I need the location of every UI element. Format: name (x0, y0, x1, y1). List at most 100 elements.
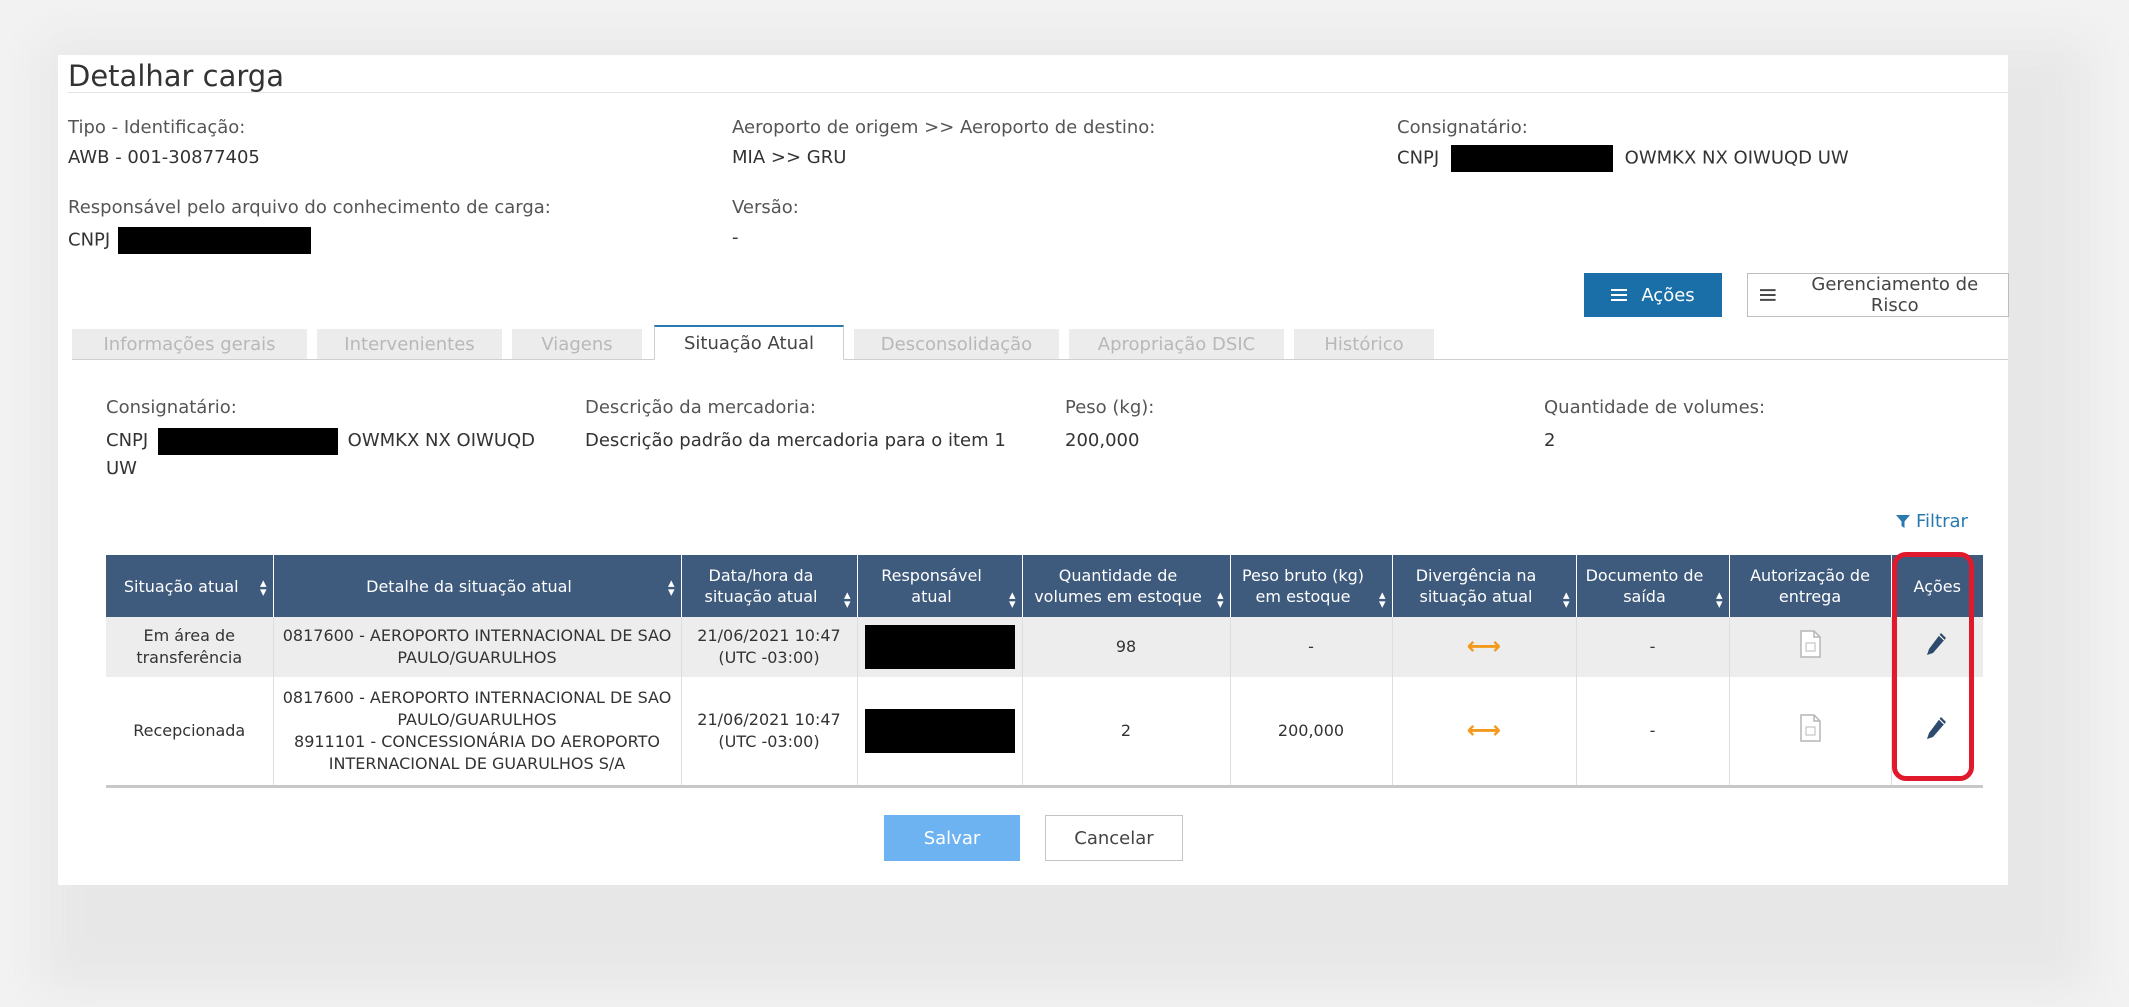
header-label: situação atual (704, 587, 818, 606)
sort-icon: ▴ ▾ (667, 576, 675, 600)
document-icon[interactable] (1797, 714, 1823, 742)
salvar-button[interactable]: Salvar (884, 815, 1020, 861)
header-label: saída (1623, 587, 1666, 606)
col-data-hora[interactable]: Data/hora da situação atual ▴ ▾ (681, 555, 858, 617)
responsavel-label: Responsável pelo arquivo do conhecimento… (68, 197, 551, 218)
tab-label: Viagens (541, 333, 613, 355)
redacted-block (864, 625, 1015, 669)
sort-icon: ▴ ▾ (1562, 588, 1570, 612)
summary-consignatario-label: Consignatário: (106, 397, 237, 418)
cell-situacao: Em área de transferência (106, 617, 274, 677)
situacao-table: Situação atual ▴ ▾ Detalhe da situação atu… (106, 555, 1983, 788)
cell-data-hora: 21/06/2021 10:47 (UTC -03:00) (681, 617, 858, 677)
cell-text: 0817600 - AEROPORTO INTERNACIONAL DE SAO (282, 626, 672, 645)
header-label: Peso bruto (kg) (1241, 566, 1365, 585)
tipo-value: AWB - 001-30877405 (68, 147, 260, 168)
acoes-button[interactable]: Ações (1584, 273, 1722, 317)
col-divergencia[interactable]: Divergência na situação atual ▴ ▾ (1392, 555, 1577, 617)
tab-historico[interactable]: Histórico (1294, 329, 1434, 359)
divergence-arrow-icon[interactable]: ⟷ (1467, 716, 1501, 744)
tab-label: Apropriação DSIC (1097, 333, 1256, 355)
tab-desconsolidacao[interactable]: Desconsolidação (854, 329, 1059, 359)
sort-icon: ▴ ▾ (1715, 588, 1723, 612)
header-label: Autorização de (1750, 566, 1870, 585)
header-label: volumes em estoque (1034, 587, 1202, 606)
header-label: entrega (1778, 587, 1842, 606)
cell-text: INTERNACIONAL DE GUARULHOS S/A (328, 754, 626, 773)
col-detalhe-situacao[interactable]: Detalhe da situação atual ▴ ▾ (273, 555, 682, 617)
header-label: Documento de (1585, 566, 1704, 585)
col-quantidade-volumes[interactable]: Quantidade de volumes em estoque ▴ ▾ (1022, 555, 1231, 617)
cell-text: Em área de (143, 626, 236, 645)
tab-apropriacao-dsic[interactable]: Apropriação DSIC (1069, 329, 1284, 359)
header-label: Quantidade de (1058, 566, 1178, 585)
tab-informacoes-gerais[interactable]: Informações gerais (72, 329, 307, 359)
redacted-block (157, 427, 338, 455)
header-label: Situação atual (123, 576, 239, 596)
header-label: Detalhe da situação atual (366, 576, 572, 596)
col-responsavel[interactable]: Responsável atual ▴ ▾ (857, 555, 1023, 617)
cell-situacao: Recepcionada (106, 677, 274, 788)
table-row: Recepcionada 0817600 - AEROPORTO INTERNA… (106, 677, 1983, 788)
cell-text: transferência (136, 648, 243, 667)
cell-autorizacao[interactable] (1729, 677, 1892, 788)
cell-documento: - (1576, 677, 1730, 788)
col-peso-bruto[interactable]: Peso bruto (kg) em estoque ▴ ▾ (1230, 555, 1393, 617)
cell-text: 21/06/2021 10:47 (697, 710, 841, 729)
cell-text: (UTC -03:00) (718, 732, 820, 751)
cell-documento: - (1576, 617, 1730, 677)
cancelar-button[interactable]: Cancelar (1045, 815, 1183, 861)
tab-viagens[interactable]: Viagens (512, 329, 642, 359)
responsavel-value: CNPJ (68, 227, 311, 254)
cell-divergencia[interactable]: ⟷ (1392, 677, 1577, 788)
cell-detalhe: 0817600 - AEROPORTO INTERNACIONAL DE SAO… (273, 617, 682, 677)
document-icon[interactable] (1797, 630, 1823, 658)
header-label: Data/hora da (708, 566, 814, 585)
versao-value: - (732, 227, 739, 248)
summary-consignatario-name-2: UW (106, 457, 137, 479)
acoes-column-highlight (1892, 552, 1974, 781)
descricao-label: Descrição da mercadoria: (585, 397, 816, 418)
col-autorizacao-entrega: Autorização de entrega (1729, 555, 1892, 617)
cell-quantidade: 2 (1022, 677, 1231, 788)
sort-icon: ▴ ▾ (1008, 588, 1016, 612)
cell-detalhe: 0817600 - AEROPORTO INTERNACIONAL DE SAO… (273, 677, 682, 788)
tab-label: Intervenientes (344, 333, 475, 355)
redacted-block (1450, 145, 1613, 172)
tab-label: Situação Atual (683, 332, 815, 354)
table-header-row: Situação atual ▴ ▾ Detalhe da situação atu… (106, 555, 1983, 617)
cell-text: (UTC -03:00) (718, 648, 820, 667)
gerenciamento-risco-label: Gerenciamento de Risco (1811, 274, 1979, 316)
cell-peso: 200,000 (1230, 677, 1393, 788)
tab-situacao-atual[interactable]: Situação Atual (654, 325, 844, 360)
peso-value: 200,000 (1065, 430, 1140, 451)
aeroporto-label: Aeroporto de origem >> Aeroporto de dest… (732, 117, 1156, 138)
menu-icon (1611, 289, 1628, 301)
filtrar-link[interactable]: Filtrar (1896, 511, 1968, 532)
col-documento-saida[interactable]: Documento de saída ▴ ▾ (1576, 555, 1730, 617)
page-title: Detalhar carga (68, 59, 284, 93)
tab-intervenientes[interactable]: Intervenientes (317, 329, 502, 359)
header-label: atual (911, 587, 952, 606)
menu-icon (1760, 289, 1776, 301)
cell-data-hora: 21/06/2021 10:47 (UTC -03:00) (681, 677, 858, 788)
cell-divergencia[interactable]: ⟷ (1392, 617, 1577, 677)
cell-quantidade: 98 (1022, 617, 1231, 677)
acoes-label: Ações (1641, 284, 1695, 306)
gerenciamento-risco-button[interactable]: Gerenciamento de Risco (1747, 273, 2009, 317)
peso-label: Peso (kg): (1065, 397, 1155, 418)
cell-peso: - (1230, 617, 1393, 677)
col-situacao-atual[interactable]: Situação atual ▴ ▾ (106, 555, 274, 617)
cell-autorizacao[interactable] (1729, 617, 1892, 677)
cell-responsavel (857, 617, 1023, 677)
cell-text: 0817600 - AEROPORTO INTERNACIONAL DE SAO (282, 688, 672, 707)
cell-text: 21/06/2021 10:47 (697, 626, 841, 645)
divergence-arrow-icon[interactable]: ⟷ (1467, 632, 1501, 660)
header-label: em estoque (1255, 587, 1351, 606)
filtrar-label: Filtrar (1916, 511, 1968, 532)
summary-consignatario-name-1: OWMKX NX OIWUQD (347, 430, 536, 451)
detail-panel: Detalhar carga Tipo - Identificação: AWB… (58, 55, 2009, 885)
cell-text: PAULO/GUARULHOS (397, 648, 557, 667)
title-divider (68, 92, 2008, 93)
consignatario-prefix: CNPJ (1397, 147, 1440, 169)
